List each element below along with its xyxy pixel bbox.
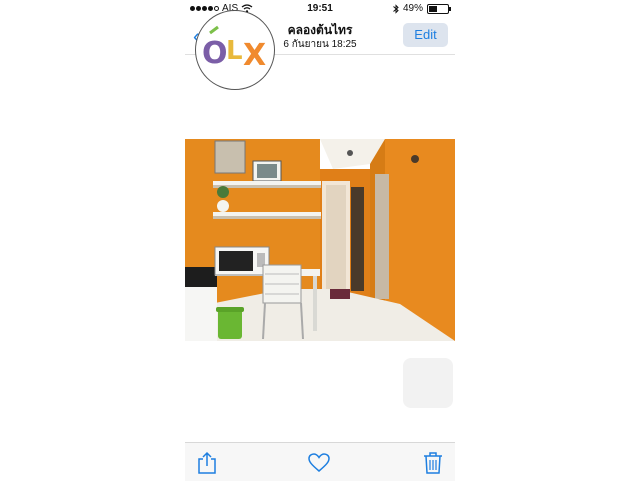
apartment-photo: [185, 139, 455, 341]
bluetooth-icon: [393, 3, 399, 14]
battery-percent: 49%: [402, 3, 423, 14]
photo-viewer[interactable]: [185, 139, 455, 341]
battery-area: 49%: [393, 3, 451, 14]
svg-text:X: X: [243, 38, 266, 73]
svg-text:O: O: [202, 36, 228, 71]
battery-icon: [427, 3, 451, 14]
olx-logo-mark: O L X: [202, 25, 266, 73]
bottom-toolbar: [185, 442, 455, 481]
edit-button[interactable]: Edit: [403, 23, 448, 47]
olx-logo: O L X: [195, 10, 275, 90]
svg-text:L: L: [226, 36, 243, 66]
share-icon[interactable]: [197, 451, 217, 475]
trash-icon[interactable]: [423, 451, 443, 475]
heart-icon[interactable]: [308, 453, 330, 473]
thumbnail-placeholder: [403, 358, 453, 408]
